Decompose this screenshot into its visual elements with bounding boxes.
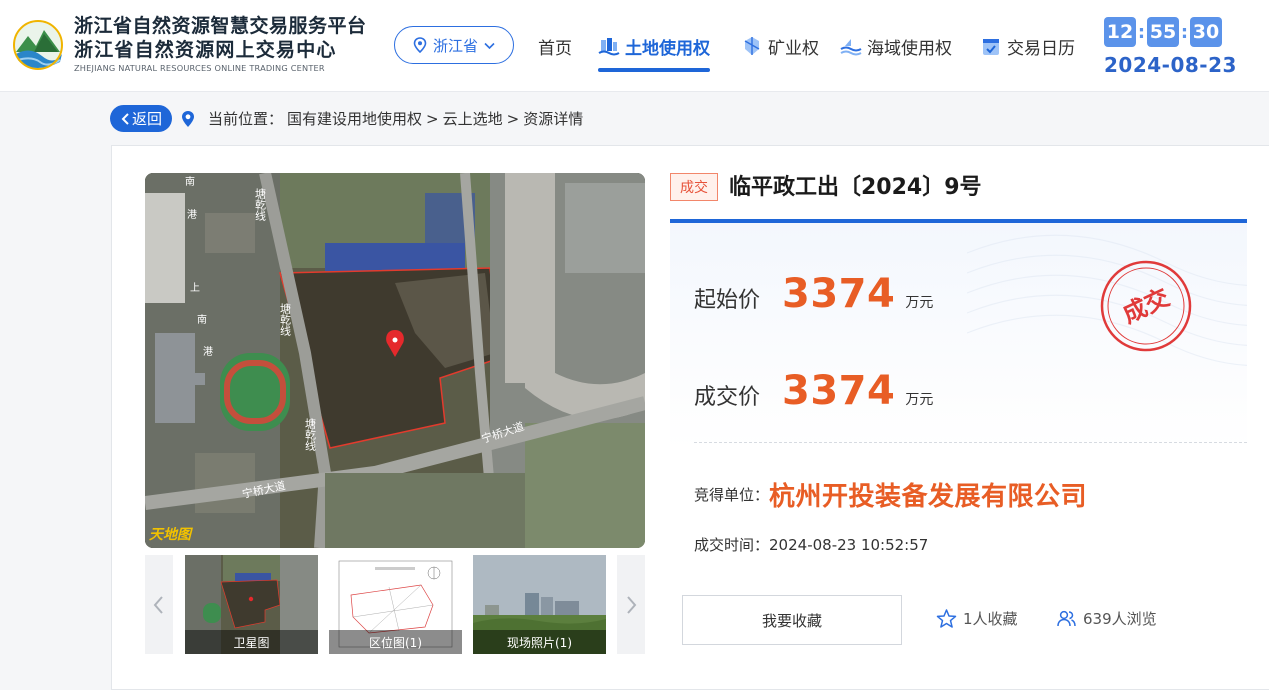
breadcrumb-item-land-use[interactable]: 国有建设用地使用权 xyxy=(287,108,422,129)
logo-icon xyxy=(13,20,63,70)
header: 浙江省自然资源智慧交易服务平台 浙江省自然资源网上交易中心 ZHEJIANG N… xyxy=(0,0,1269,92)
deal-stamp: 成交 xyxy=(1100,260,1192,352)
thumbs-prev-button[interactable] xyxy=(145,555,173,654)
chevron-left-icon xyxy=(153,595,163,614)
listing-title: 临平政工出〔2024〕9号 xyxy=(729,175,982,200)
breadcrumb-prefix: 当前位置： xyxy=(208,110,284,128)
mining-icon xyxy=(744,37,760,55)
thumb-caption: 现场照片(1) xyxy=(473,630,606,654)
location-pin-icon xyxy=(413,37,427,53)
region-label: 浙江省 xyxy=(432,36,478,55)
breadcrumb-separator: > xyxy=(506,109,520,128)
road-label: 塘乾线 xyxy=(279,302,292,336)
satellite-image[interactable]: 塘乾线 塘乾线 塘乾线 宁桥大道 宁桥大道 南 港 上 南 港 天地图 xyxy=(145,173,645,548)
winner-label: 竞得单位： xyxy=(694,486,770,504)
clock: 12 : 55 : 30 xyxy=(1104,17,1222,47)
chevron-right-icon xyxy=(627,595,637,614)
nav-home-label: 首页 xyxy=(538,38,572,59)
clock-hours: 12 xyxy=(1104,17,1136,47)
nav-mining-rights[interactable]: 矿业权 xyxy=(741,0,819,92)
land-icon xyxy=(598,38,620,56)
thumb-caption: 卫星图 xyxy=(185,630,318,654)
nav-trade-calendar[interactable]: 交易日历 xyxy=(980,0,1075,92)
thumb-caption: 区位图(1) xyxy=(329,630,462,654)
map-watermark: 天地图 xyxy=(149,526,193,543)
favorites-count: 1人收藏 xyxy=(936,608,1018,629)
thumb-location-map[interactable]: 区位图(1) xyxy=(329,555,462,654)
thumbs-next-button[interactable] xyxy=(617,555,645,654)
breadcrumb-separator: > xyxy=(426,109,439,128)
favorite-button[interactable]: 我要收藏 xyxy=(682,595,902,645)
favorites-text: 1人收藏 xyxy=(963,610,1018,628)
deal-stamp-text: 成交 xyxy=(1118,283,1173,329)
chevron-down-icon xyxy=(484,42,495,49)
region-select[interactable]: 浙江省 xyxy=(394,26,514,64)
brand-title: 浙江省自然资源智慧交易服务平台 浙江省自然资源网上交易中心 ZHEJIANG N… xyxy=(74,14,367,74)
chevron-left-icon xyxy=(121,112,129,125)
nav-home[interactable]: 首页 xyxy=(538,0,572,92)
deal-price-value: 3374 xyxy=(782,368,896,414)
start-price-label: 起始价 xyxy=(694,288,761,313)
deal-time-label: 成交时间： xyxy=(694,536,770,554)
deal-time-row: 成交时间：2024-08-23 10:52:57 xyxy=(694,534,928,555)
thumb-site-photo[interactable]: 现场照片(1) xyxy=(473,555,606,654)
views-count: 639人浏览 xyxy=(1056,608,1157,629)
thumb-satellite[interactable]: 卫星图 xyxy=(185,555,318,654)
road-label: 上 xyxy=(190,282,200,294)
brand-title-line1: 浙江省自然资源智慧交易服务平台 xyxy=(74,15,367,37)
clock-date: 2024-08-23 xyxy=(1104,53,1237,77)
road-label: 塘乾线 xyxy=(254,187,267,221)
brand-title-en: ZHEJIANG NATURAL RESOURCES ONLINE TRADIN… xyxy=(74,63,325,73)
location-marker-icon xyxy=(182,110,194,127)
status-badge: 成交 xyxy=(670,173,718,201)
breadcrumb-item-detail: 资源详情 xyxy=(523,110,584,128)
nav-sea-rights-label: 海域使用权 xyxy=(867,38,952,59)
clock-minutes: 55 xyxy=(1147,17,1179,47)
back-button-label: 返回 xyxy=(131,110,162,128)
deal-time-value: 2024-08-23 10:52:57 xyxy=(769,536,929,554)
road-label: 港 xyxy=(187,209,197,221)
nav-land-rights-label: 土地使用权 xyxy=(625,38,710,59)
winner-row: 竞得单位： 杭州开投装备发展有限公司 xyxy=(694,476,1087,513)
deal-price-unit: 万元 xyxy=(905,392,934,408)
nav-land-rights[interactable]: 土地使用权 xyxy=(598,0,710,92)
road-label: 南 xyxy=(197,313,207,326)
divider xyxy=(694,442,1247,443)
start-price-unit: 万元 xyxy=(905,295,934,311)
deal-price-row: 成交价 3374 万元 xyxy=(694,368,933,414)
start-price-row: 起始价 3374 万元 xyxy=(694,271,933,317)
road-label: 南 xyxy=(185,175,195,188)
deal-price-label: 成交价 xyxy=(694,385,761,410)
start-price-value: 3374 xyxy=(782,271,896,317)
breadcrumb: 当前位置： 国有建设用地使用权 > 云上选地 > 资源详情 xyxy=(180,105,583,132)
clock-seconds: 30 xyxy=(1190,17,1222,47)
nav-mining-rights-label: 矿业权 xyxy=(768,38,819,59)
star-icon xyxy=(936,609,957,628)
road-label: 塘乾线 xyxy=(304,417,317,451)
views-text: 639人浏览 xyxy=(1083,610,1157,628)
road-label: 港 xyxy=(203,346,213,358)
brand-title-line2: 浙江省自然资源网上交易中心 xyxy=(74,39,337,61)
nav-trade-calendar-label: 交易日历 xyxy=(1007,38,1075,59)
sea-icon xyxy=(840,39,862,56)
users-icon xyxy=(1057,610,1076,627)
breadcrumb-item-cloud-selection[interactable]: 云上选地 xyxy=(443,108,503,129)
winner-value: 杭州开投装备发展有限公司 xyxy=(769,482,1088,512)
nav-sea-rights[interactable]: 海域使用权 xyxy=(840,0,952,92)
calendar-icon xyxy=(983,39,999,55)
back-button[interactable]: 返回 xyxy=(110,105,172,132)
